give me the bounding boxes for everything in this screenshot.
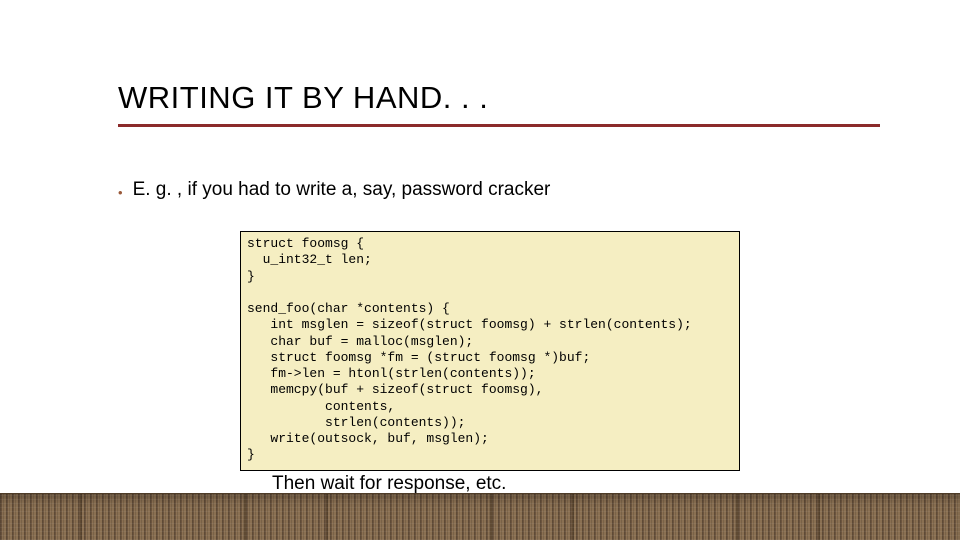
- wood-floor-decoration: [0, 493, 960, 540]
- bullet-text: E. g. , if you had to write a, say, pass…: [133, 179, 551, 201]
- slide: WRITING IT BY HAND. . . • E. g. , if you…: [0, 0, 960, 540]
- bullet-icon: •: [118, 186, 123, 199]
- title-underline: [118, 124, 880, 127]
- caption-text: Then wait for response, etc.: [272, 473, 506, 495]
- code-block: struct foomsg { u_int32_t len; } send_fo…: [240, 231, 740, 471]
- bullet-row: • E. g. , if you had to write a, say, pa…: [118, 179, 880, 201]
- slide-title: WRITING IT BY HAND. . .: [118, 80, 880, 116]
- content-area: WRITING IT BY HAND. . . • E. g. , if you…: [118, 80, 880, 201]
- code-content: struct foomsg { u_int32_t len; } send_fo…: [247, 236, 733, 464]
